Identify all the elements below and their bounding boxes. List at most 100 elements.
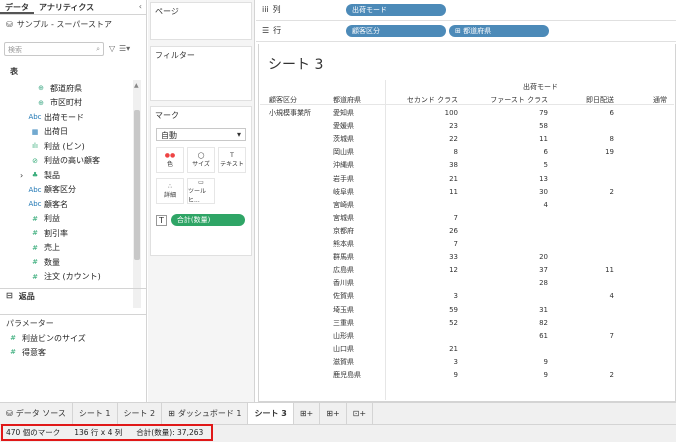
field-item[interactable]: Abc 出荷モード xyxy=(4,110,132,124)
field-item[interactable]: # 割引率 xyxy=(4,226,132,240)
value-cell: 22 xyxy=(449,135,458,144)
text-icon: T xyxy=(156,214,167,226)
field-label: 製品 xyxy=(44,170,60,180)
filter-icon[interactable]: ▽ xyxy=(109,44,115,53)
columns-shelf[interactable]: iii 列 出荷モード xyxy=(256,0,676,21)
color-label: 色 xyxy=(166,161,173,168)
value-cell: 52 xyxy=(449,318,458,327)
size-button[interactable]: ◯ サイズ xyxy=(187,147,215,173)
filters-card[interactable]: フィルター xyxy=(150,46,252,101)
tab-sheet3[interactable]: シート 3 xyxy=(248,402,294,425)
field-item[interactable]: ⊕ 市区町村 xyxy=(4,96,132,110)
segment-pill[interactable]: 顧客区分 xyxy=(346,25,446,37)
field-item[interactable]: # 注文 (カウント) xyxy=(4,270,132,284)
prefecture-pill[interactable]: ⊞ 都道府県 xyxy=(449,25,549,37)
tab-sheet1[interactable]: シート 1 xyxy=(73,402,118,425)
param-item[interactable]: # 得意客 xyxy=(4,345,132,359)
pages-card[interactable]: ページ xyxy=(150,2,252,40)
filters-title: フィルター xyxy=(155,51,195,60)
field-label: 注文 (カウント) xyxy=(44,272,101,281)
table-row: 広島県 12 37 11 xyxy=(260,264,674,276)
prefecture-cell: 広島県 xyxy=(333,266,354,275)
value-cell: 100 xyxy=(444,109,458,117)
globe-icon: ⊕ xyxy=(38,84,44,92)
value-cell xyxy=(552,343,614,355)
view-icon[interactable]: ☰▾ xyxy=(119,44,130,53)
scroll-thumb[interactable] xyxy=(134,110,140,260)
tab-dashboard1[interactable]: ⊞ ダッシュボード 1 xyxy=(162,402,249,425)
value-cell: 26 xyxy=(449,226,458,235)
mark-type-value: 自動 xyxy=(161,131,177,140)
calendar-icon: ▦ xyxy=(31,127,39,136)
value-cell: 58 xyxy=(539,122,548,131)
columns-icon: iii xyxy=(262,5,269,14)
status-marks: 470 個のマーク xyxy=(6,428,61,437)
table-row: 愛知県 100 79 6 xyxy=(260,107,674,119)
field-label: 都道府県 xyxy=(50,83,82,93)
value-cell: 21 xyxy=(449,344,458,353)
field-label: 出荷モード xyxy=(44,112,84,122)
field-item[interactable]: # 数量 xyxy=(4,255,132,269)
prefecture-cell: 山口県 xyxy=(333,344,354,353)
table-row: 滋賀県 3 9 xyxy=(260,356,674,368)
value-cell: 8 xyxy=(609,135,614,144)
prefecture-cell: 山形県 xyxy=(333,331,354,340)
size-icon: ◯ xyxy=(197,152,205,159)
value-cell: 38 xyxy=(449,161,458,170)
new-dashboard-icon[interactable]: ⊞+ xyxy=(320,402,347,425)
tab-data[interactable]: データ xyxy=(0,0,34,14)
text-label: テキスト xyxy=(220,161,244,168)
tab-datasource[interactable]: ⛁ データ ソース xyxy=(0,402,73,425)
rows-shelf[interactable]: ☰ 行 顧客区分 ⊞ 都道府県 xyxy=(256,21,676,42)
scroll-up-icon[interactable]: ▲ xyxy=(134,82,139,89)
field-item[interactable]: ⊘ 利益の高い顧客 xyxy=(4,154,132,168)
ship-mode-pill[interactable]: 出荷モード xyxy=(346,4,446,16)
sum-quantity-pill[interactable]: 合計(数量) xyxy=(170,214,245,226)
mark-buttons-row1: ●● 色 ◯ サイズ T テキスト xyxy=(156,147,246,173)
returns-label: 返品 xyxy=(18,292,35,301)
new-sheet-icon[interactable]: ⊞+ xyxy=(294,402,321,425)
table-row: 沖縄県 38 5 xyxy=(260,159,674,171)
field-item[interactable]: Abc 顧客名 xyxy=(4,197,132,211)
datasource-item[interactable]: ⛁ サンプル - スーパーストア xyxy=(0,15,146,33)
field-item[interactable]: ⊕ 都道府県 xyxy=(4,81,132,95)
mark-type-select[interactable]: 自動 ▾ xyxy=(156,128,246,141)
value-cell: 2 xyxy=(609,187,614,196)
param-item[interactable]: # 利益ビンのサイズ xyxy=(4,331,132,345)
text-button[interactable]: T テキスト xyxy=(218,147,246,173)
search-input[interactable]: 検索 ⌕ xyxy=(4,42,104,56)
detail-label: 詳細 xyxy=(163,192,176,199)
field-item[interactable]: Abc 顧客区分 xyxy=(4,183,132,197)
value-cell: 59 xyxy=(449,305,458,314)
table-row: 埼玉県 59 31 xyxy=(260,304,674,316)
field-item[interactable]: # 利益 xyxy=(4,212,132,226)
tab-analytics[interactable]: アナリティクス xyxy=(34,0,99,14)
prefecture-cell: 茨城県 xyxy=(333,135,354,144)
collapse-icon[interactable]: ‹ xyxy=(135,0,146,14)
rows-label: 行 xyxy=(273,26,282,35)
hash-icon: # xyxy=(32,214,38,223)
prefecture-cell: 岩手県 xyxy=(333,174,354,183)
expand-icon[interactable]: › xyxy=(20,171,23,180)
field-item[interactable]: ılı 利益 (ビン) xyxy=(4,139,132,153)
value-cell: 31 xyxy=(539,305,548,314)
value-cell: 2 xyxy=(609,371,614,379)
detail-button[interactable]: ∴ 詳細 xyxy=(156,178,184,204)
field-item[interactable]: › ♣ 製品 xyxy=(4,168,132,182)
value-cell: 7 xyxy=(453,240,458,248)
field-item[interactable]: ▦ 出荷日 xyxy=(4,125,132,139)
new-story-icon[interactable]: ⊡+ xyxy=(347,402,374,425)
value-cell: 20 xyxy=(539,253,548,262)
color-button[interactable]: ●● 色 xyxy=(156,147,184,173)
tab-sheet2[interactable]: シート 2 xyxy=(118,402,163,425)
value-cell xyxy=(478,290,548,302)
value-cell: 11 xyxy=(605,266,614,275)
prefecture-cell: 宮崎県 xyxy=(333,200,354,209)
prefecture-cell: 滋賀県 xyxy=(333,357,354,366)
returns-table[interactable]: ⊟ 返品 xyxy=(6,291,35,302)
field-item[interactable]: # 売上 xyxy=(4,241,132,255)
tooltip-button[interactable]: ▭ ツールヒ... xyxy=(187,178,215,204)
prefecture-cell: 沖縄県 xyxy=(333,161,354,170)
field-label: 割引率 xyxy=(44,228,68,238)
field-label: 顧客名 xyxy=(44,199,68,209)
